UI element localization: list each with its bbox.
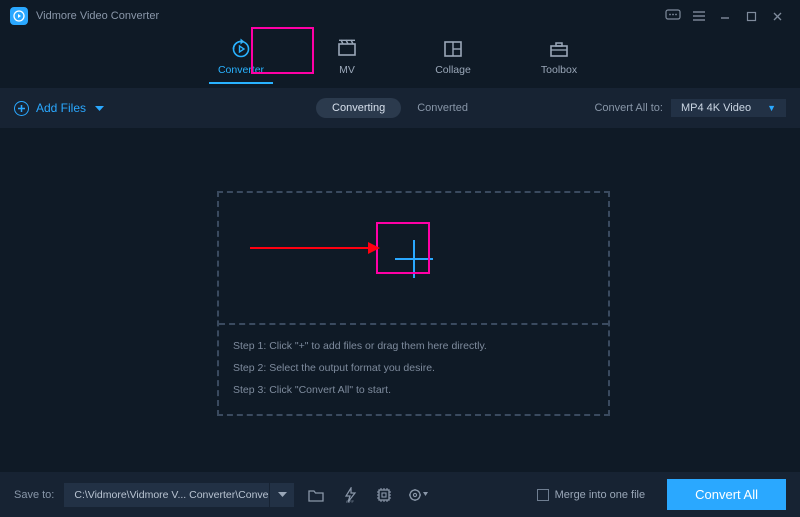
- merge-checkbox[interactable]: Merge into one file: [537, 489, 646, 501]
- save-to-label: Save to:: [14, 489, 54, 501]
- app-title: Vidmore Video Converter: [36, 10, 159, 22]
- converter-icon: [230, 38, 252, 60]
- menu-icon[interactable]: [686, 6, 712, 26]
- instruction-steps: Step 1: Click "+" to add files or drag t…: [233, 335, 487, 401]
- main-area: Step 1: Click "+" to add files or drag t…: [0, 128, 800, 468]
- drop-zone[interactable]: Step 1: Click "+" to add files or drag t…: [217, 191, 610, 416]
- save-path-dropdown[interactable]: [270, 483, 294, 507]
- convert-all-to-group: Convert All to: MP4 4K Video ▼: [594, 99, 786, 117]
- add-files-plus-button[interactable]: [395, 240, 433, 278]
- close-icon[interactable]: [764, 6, 790, 26]
- plus-icon: [395, 240, 433, 278]
- convert-all-button[interactable]: Convert All: [667, 479, 786, 510]
- tab-toolbox[interactable]: Toolbox: [527, 34, 591, 84]
- titlebar: Vidmore Video Converter: [0, 0, 800, 32]
- add-files-button[interactable]: Add Files: [14, 101, 104, 116]
- tab-converter[interactable]: Converter: [209, 34, 273, 84]
- output-format-value: MP4 4K Video: [681, 102, 751, 114]
- toolbox-icon: [548, 38, 570, 60]
- tab-converter-label: Converter: [218, 64, 264, 76]
- mv-icon: [336, 38, 358, 60]
- add-files-label: Add Files: [36, 101, 86, 115]
- convert-all-to-label: Convert All to:: [594, 102, 662, 114]
- chevron-down-icon: [95, 101, 104, 115]
- collage-icon: [442, 38, 464, 60]
- output-format-select[interactable]: MP4 4K Video ▼: [671, 99, 786, 117]
- save-path-group: C:\Vidmore\Vidmore V... Converter\Conver…: [64, 483, 294, 507]
- queue-tabs: Converting Converted: [316, 98, 484, 118]
- tab-mv[interactable]: MV: [315, 34, 379, 84]
- tab-collage-label: Collage: [435, 64, 471, 76]
- tab-converting[interactable]: Converting: [316, 98, 401, 118]
- feedback-icon[interactable]: [660, 6, 686, 26]
- merge-label: Merge into one file: [555, 489, 646, 501]
- footer-bar: Save to: C:\Vidmore\Vidmore V... Convert…: [0, 471, 800, 517]
- tab-collage[interactable]: Collage: [421, 34, 485, 84]
- minimize-icon[interactable]: [712, 6, 738, 26]
- plus-circle-icon: [14, 101, 29, 116]
- svg-text:OFF: OFF: [346, 499, 355, 503]
- dropzone-divider: [219, 323, 608, 325]
- dropdown-icon: ▼: [767, 103, 776, 113]
- tab-converted[interactable]: Converted: [401, 98, 484, 118]
- maximize-icon[interactable]: [738, 6, 764, 26]
- save-path-input[interactable]: C:\Vidmore\Vidmore V... Converter\Conver…: [64, 483, 269, 507]
- step-1: Step 1: Click "+" to add files or drag t…: [233, 335, 487, 357]
- high-speed-button[interactable]: OFF: [338, 483, 362, 507]
- primary-tabs: Converter MV Collage Toolbox: [0, 32, 800, 84]
- gpu-accel-button[interactable]: [372, 483, 396, 507]
- app-logo: [10, 7, 28, 25]
- tab-toolbox-label: Toolbox: [541, 64, 577, 76]
- open-folder-button[interactable]: [304, 483, 328, 507]
- step-3: Step 3: Click "Convert All" to start.: [233, 379, 487, 401]
- tab-mv-label: MV: [339, 64, 355, 76]
- checkbox-icon: [537, 489, 549, 501]
- settings-button[interactable]: [406, 483, 430, 507]
- step-2: Step 2: Select the output format you des…: [233, 357, 487, 379]
- action-bar: Add Files Converting Converted Convert A…: [0, 88, 800, 128]
